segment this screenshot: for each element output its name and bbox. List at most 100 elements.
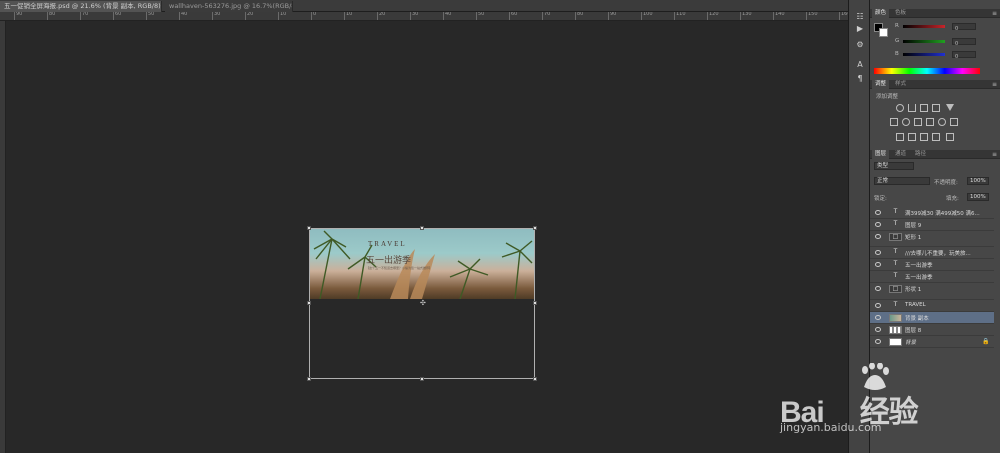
tab-adjustments[interactable]: 调整	[872, 80, 890, 89]
character-icon[interactable]: A	[855, 60, 865, 70]
actions-icon[interactable]: ▶	[855, 24, 865, 34]
black-white-icon[interactable]	[914, 118, 922, 126]
transform-handle[interactable]	[420, 226, 424, 230]
tab-psd-document[interactable]: 五一促销全屏海报.psd @ 21.6% (背景 副本, RGB/8) * ×	[0, 1, 162, 12]
tab-color[interactable]: 颜色	[872, 9, 890, 18]
transform-handle[interactable]	[307, 301, 311, 305]
tab-jpg-document[interactable]: wallhaven-563276.jpg @ 16.7%(RGB/8) ×	[165, 1, 293, 12]
brightness-icon[interactable]	[896, 104, 904, 112]
layer-row[interactable]: T TRAVEL	[870, 300, 994, 312]
color-balance-icon[interactable]	[902, 118, 910, 126]
pattern-layer-thumbnail	[889, 326, 902, 334]
fill-label: 填充:	[946, 196, 959, 202]
paragraph-icon[interactable]: ¶	[855, 74, 865, 84]
eye-icon[interactable]	[875, 210, 881, 215]
levels-icon[interactable]	[908, 104, 916, 112]
tab-channels[interactable]: 通道	[892, 150, 909, 159]
eye-icon[interactable]	[875, 286, 881, 291]
tab-swatches[interactable]: 色板	[892, 9, 909, 18]
transform-handle[interactable]	[307, 377, 311, 381]
ruler-tick	[212, 12, 213, 20]
panel-menu-icon[interactable]: ≡	[992, 150, 997, 159]
eye-icon[interactable]	[875, 339, 881, 344]
panel-menu-icon[interactable]: ≡	[992, 80, 997, 89]
eye-icon[interactable]	[875, 262, 881, 267]
layer-row[interactable]: □ 矩形 1	[870, 231, 994, 247]
transform-handle[interactable]	[307, 226, 311, 230]
ruler-label: 60	[115, 12, 122, 17]
tab-paths[interactable]: 路径	[912, 150, 929, 159]
eye-icon[interactable]	[875, 327, 881, 332]
history-icon[interactable]: ☷	[855, 12, 865, 22]
layer-name: ///去哪儿不重要，玩美旅...	[905, 251, 971, 257]
posterize-icon[interactable]	[908, 133, 916, 141]
layer-filter-dropdown[interactable]: 类型	[874, 162, 914, 170]
ruler-label: 80	[49, 12, 56, 17]
transform-bounding-box[interactable]: ✣	[307, 226, 537, 381]
green-value: 0	[955, 41, 959, 47]
invert-icon[interactable]	[896, 133, 904, 141]
layer-row[interactable]: T 图层 9	[870, 219, 994, 231]
color-lookup-icon[interactable]	[950, 118, 958, 126]
panel-menu-icon[interactable]: ≡	[992, 9, 997, 18]
green-slider[interactable]	[903, 40, 945, 43]
layer-row[interactable]: T 五一出游季	[870, 259, 994, 271]
adjustments-panel-header: 调整 样式 ≡	[870, 80, 1000, 89]
selective-color-icon[interactable]	[946, 133, 954, 141]
layer-row[interactable]: □ 形状 1	[870, 283, 994, 300]
layer-row[interactable]: T ///去哪儿不重要，玩美旅...	[870, 247, 994, 259]
eye-icon[interactable]	[875, 303, 881, 308]
text-layer-icon: T	[893, 260, 898, 267]
red-value-field[interactable]: 0	[952, 23, 976, 32]
layer-row[interactable]: 背景 🔒	[870, 336, 994, 348]
transform-handle[interactable]	[533, 226, 537, 230]
channel-mixer-icon[interactable]	[938, 118, 946, 126]
tab-layers[interactable]: 图层	[872, 150, 890, 159]
blue-value-field[interactable]: 0	[952, 51, 976, 60]
gradient-map-icon[interactable]	[932, 133, 940, 141]
ruler-tick	[641, 12, 642, 20]
transform-handle[interactable]	[420, 377, 424, 381]
red-slider[interactable]	[903, 25, 945, 28]
blue-slider[interactable]	[903, 53, 945, 56]
vibrance-icon[interactable]	[946, 104, 954, 111]
layer-row[interactable]: T 满399减30 满499减50 满6...	[870, 207, 994, 219]
eye-icon[interactable]	[875, 234, 881, 239]
ruler-tick	[542, 12, 543, 20]
color-spectrum-bar[interactable]	[874, 68, 980, 74]
shape-layer-icon: □	[889, 233, 902, 241]
layer-row[interactable]: T 五一出游季	[870, 271, 994, 283]
hue-saturation-icon[interactable]	[890, 118, 898, 126]
ruler-tick	[707, 12, 708, 20]
eye-icon[interactable]	[875, 315, 881, 320]
background-color-swatch[interactable]	[879, 28, 888, 37]
threshold-icon[interactable]	[920, 133, 928, 141]
fill-field[interactable]: 100%	[967, 193, 989, 201]
eye-icon[interactable]	[875, 274, 881, 279]
properties-icon[interactable]: ⚙	[855, 40, 865, 50]
ruler-label: 150	[808, 12, 818, 17]
layer-name: 满399减30 满499减50 满6...	[905, 211, 980, 217]
eye-icon[interactable]	[875, 250, 881, 255]
white-layer-thumbnail	[889, 338, 902, 346]
transform-handle[interactable]	[533, 377, 537, 381]
photo-filter-icon[interactable]	[926, 118, 934, 126]
tab-styles[interactable]: 样式	[892, 80, 909, 89]
ruler-tick	[509, 12, 510, 20]
crosshair-icon[interactable]: ✣	[420, 300, 426, 307]
layer-row[interactable]: 背景 副本	[870, 312, 994, 324]
exposure-icon[interactable]	[932, 104, 940, 112]
ruler-label: 40	[445, 12, 452, 17]
layer-row[interactable]: 图层 8	[870, 324, 994, 336]
blend-mode-dropdown[interactable]: 正常	[874, 177, 930, 185]
transform-handle[interactable]	[533, 301, 537, 305]
green-value-field[interactable]: 0	[952, 38, 976, 47]
ruler-label: 40	[181, 12, 188, 17]
curves-icon[interactable]	[920, 104, 928, 112]
ruler-tick	[674, 12, 675, 20]
opacity-field[interactable]: 100%	[967, 177, 989, 185]
ruler-label: 80	[577, 12, 584, 17]
eye-icon[interactable]	[875, 222, 881, 227]
image-layer-thumbnail	[889, 314, 902, 322]
layer-name: 图层 9	[905, 223, 922, 229]
